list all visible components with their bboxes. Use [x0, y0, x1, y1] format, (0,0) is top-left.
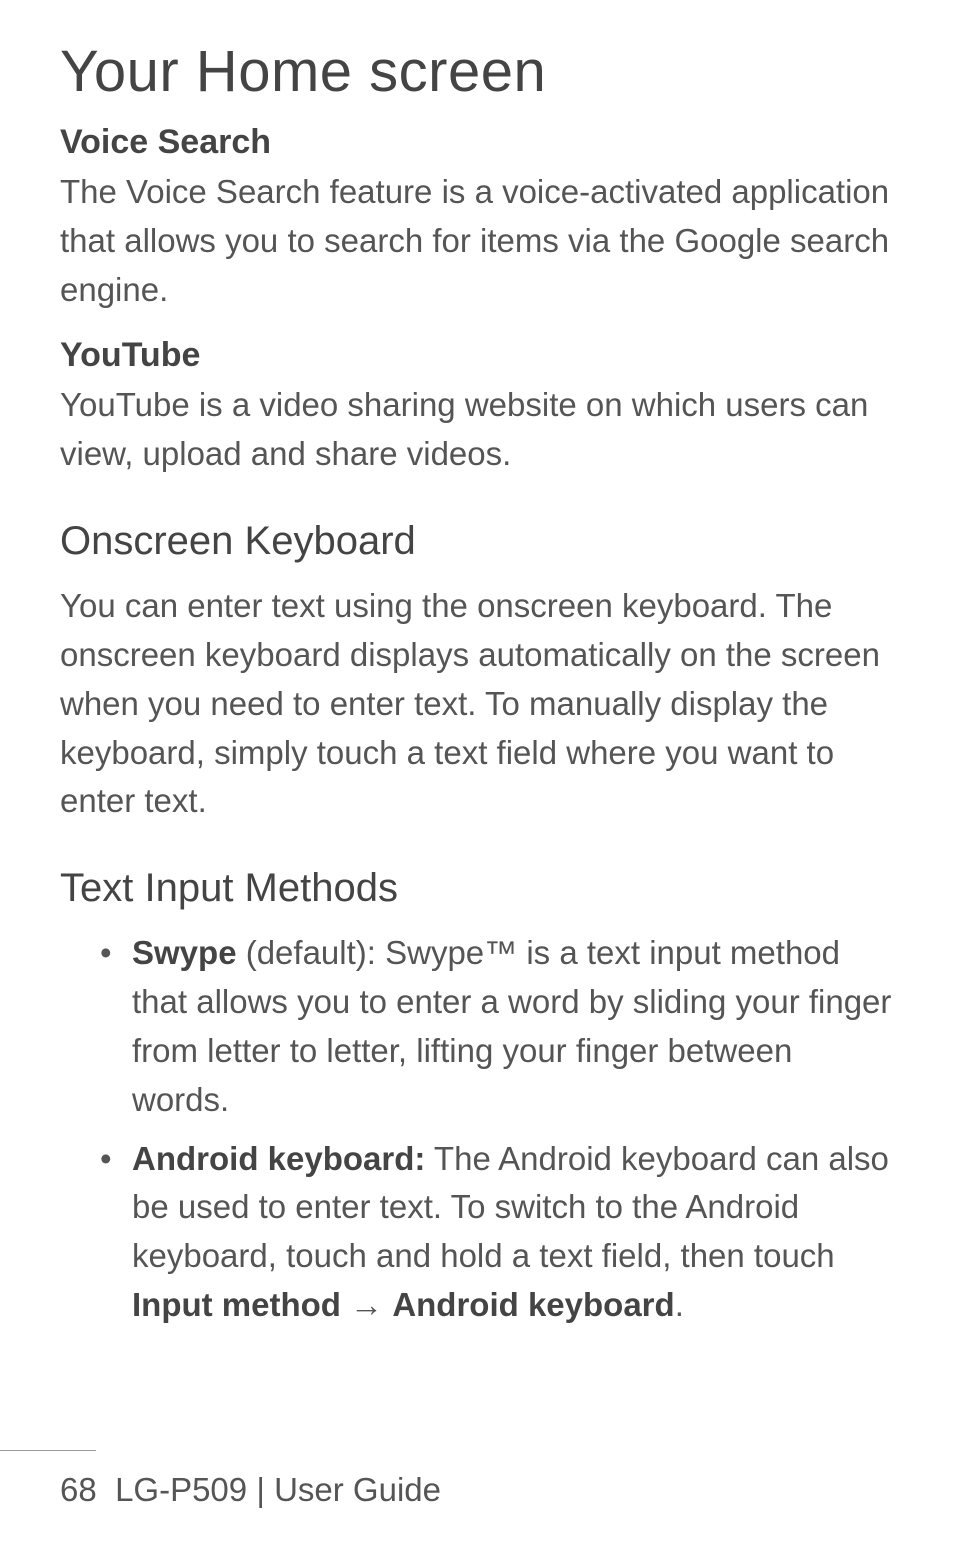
section-text-input-methods: Text Input Methods Swype (default): Swyp… — [60, 866, 894, 1330]
list-item: Swype (default): Swype™ is a text input … — [132, 929, 894, 1124]
section-onscreen-keyboard: Onscreen Keyboard You can enter text usi… — [60, 519, 894, 826]
android-label: Android keyboard: — [132, 1140, 425, 1177]
text-input-methods-list: Swype (default): Swype™ is a text input … — [60, 929, 894, 1330]
arrow-icon: → — [341, 1286, 392, 1323]
youtube-body: YouTube is a video sharing website on wh… — [60, 381, 894, 479]
voice-search-heading: Voice Search — [60, 123, 894, 162]
onscreen-keyboard-heading: Onscreen Keyboard — [60, 519, 894, 564]
section-youtube: YouTube YouTube is a video sharing websi… — [60, 336, 894, 479]
footer-separator: | — [247, 1471, 274, 1508]
voice-search-body: The Voice Search feature is a voice-acti… — [60, 168, 894, 314]
footer-label: User Guide — [274, 1471, 441, 1508]
youtube-heading: YouTube — [60, 336, 894, 375]
page-title: Your Home screen — [60, 38, 894, 105]
swype-label: Swype — [132, 934, 237, 971]
android-bold-2: Android keyboard — [392, 1286, 674, 1323]
page-number: 68 — [60, 1471, 97, 1508]
list-item: Android keyboard: The Android keyboard c… — [132, 1135, 894, 1330]
footer-model: LG-P509 — [115, 1471, 247, 1508]
onscreen-keyboard-body: You can enter text using the onscreen ke… — [60, 582, 894, 826]
android-end: . — [675, 1286, 684, 1323]
document-page: Your Home screen Voice Search The Voice … — [0, 0, 954, 1557]
android-bold-1: Input method — [132, 1286, 341, 1323]
swype-text: (default): Swype™ is a text input method… — [132, 934, 891, 1117]
footer-text: 68 LG-P509 | User Guide — [0, 1471, 954, 1509]
footer-rule — [0, 1450, 96, 1451]
page-footer: 68 LG-P509 | User Guide — [0, 1450, 954, 1509]
text-input-methods-heading: Text Input Methods — [60, 866, 894, 911]
section-voice-search: Voice Search The Voice Search feature is… — [60, 123, 894, 314]
